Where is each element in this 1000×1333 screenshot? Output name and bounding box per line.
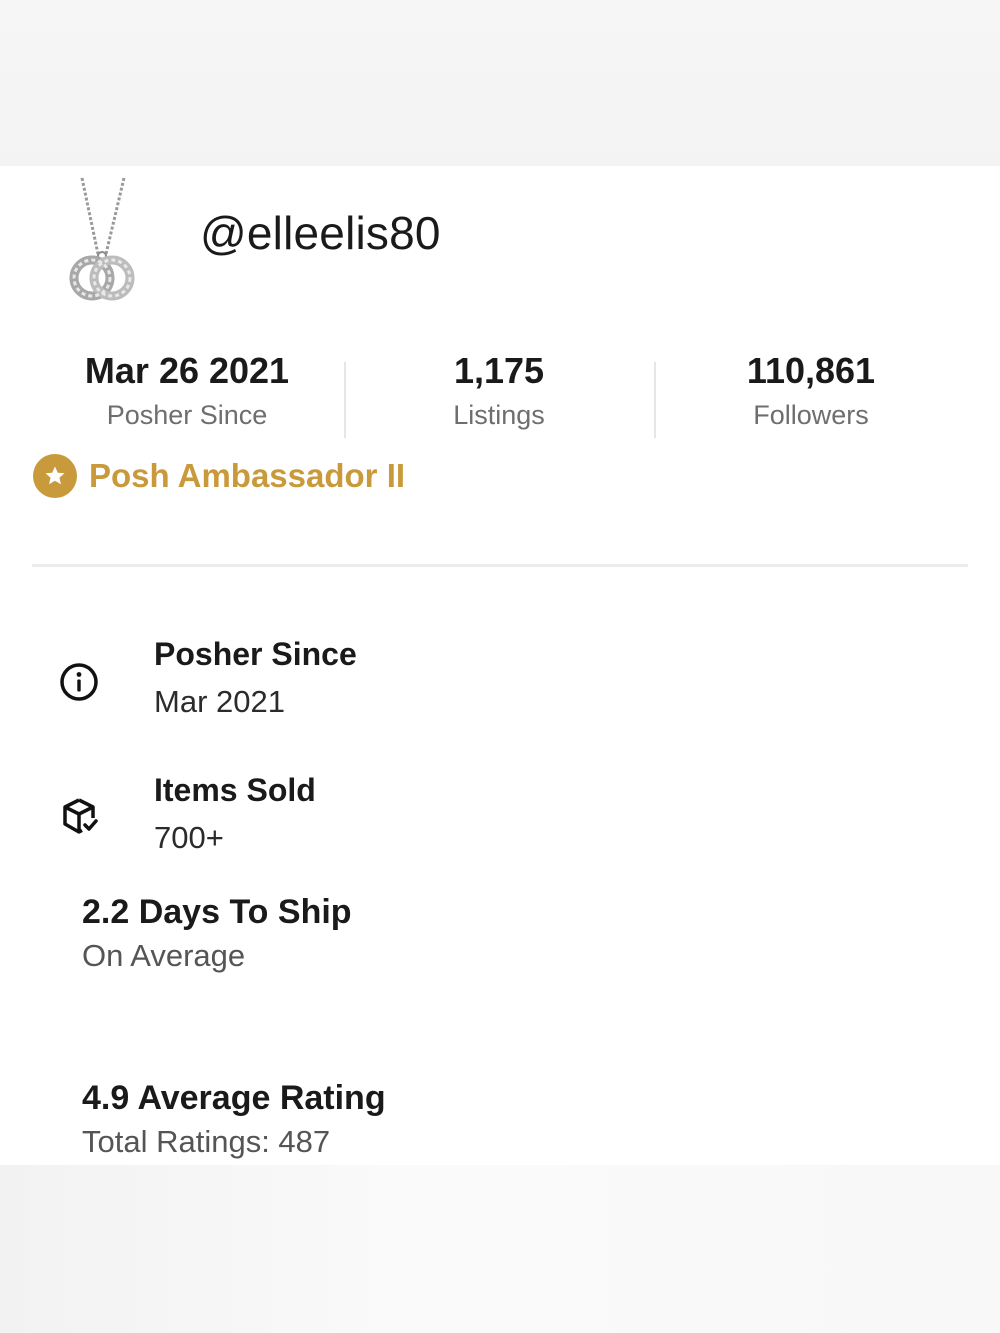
stat-listings[interactable]: 1,175 Listings [354, 349, 644, 433]
items-sold-title: Items Sold [154, 772, 316, 808]
stat-value: 1,175 [453, 350, 545, 391]
stat-followers[interactable]: 110,861 Followers [666, 349, 956, 433]
posher-since-title: Posher Since [154, 636, 357, 672]
stat-label: Listings [453, 400, 545, 430]
stat-label: Followers [753, 400, 869, 430]
necklace-pendant-avatar [69, 177, 135, 301]
star-badge-icon [33, 454, 77, 498]
info-icon [60, 663, 98, 701]
stat-value: Mar 26 2021 [84, 350, 290, 391]
rating-title: 4.9 Average Rating [82, 1079, 386, 1117]
profile-card: @elleelis80 Mar 26 2021 Posher Since 1,1… [0, 166, 1000, 1165]
top-background [0, 0, 1000, 166]
package-check-icon [63, 798, 98, 834]
ambassador-label: Posh Ambassador II [89, 457, 406, 494]
rating-subtitle: Total Ratings: 487 [82, 1124, 331, 1159]
avatar[interactable] [60, 176, 140, 306]
shipping-title: 2.2 Days To Ship [82, 893, 352, 931]
section-divider [32, 564, 968, 567]
username: @elleelis80 [200, 207, 441, 259]
stat-label: Posher Since [106, 400, 268, 430]
stat-value: 110,861 [746, 350, 876, 391]
rating-metric[interactable]: 4.9 Average Rating Total Ratings: 487 [82, 1078, 386, 1162]
stat-divider [344, 362, 346, 438]
ambassador-badge[interactable]: Posh Ambassador II [33, 454, 405, 498]
posher-since-value: Mar 2021 [154, 684, 285, 719]
shipping-metric: 2.2 Days To Ship On Average [82, 892, 352, 976]
stat-posher-since: Mar 26 2021 Posher Since [42, 349, 332, 433]
items-sold-value: 700+ [154, 820, 224, 855]
bottom-background [0, 1165, 1000, 1333]
stat-divider [654, 362, 656, 438]
shipping-subtitle: On Average [82, 938, 246, 973]
